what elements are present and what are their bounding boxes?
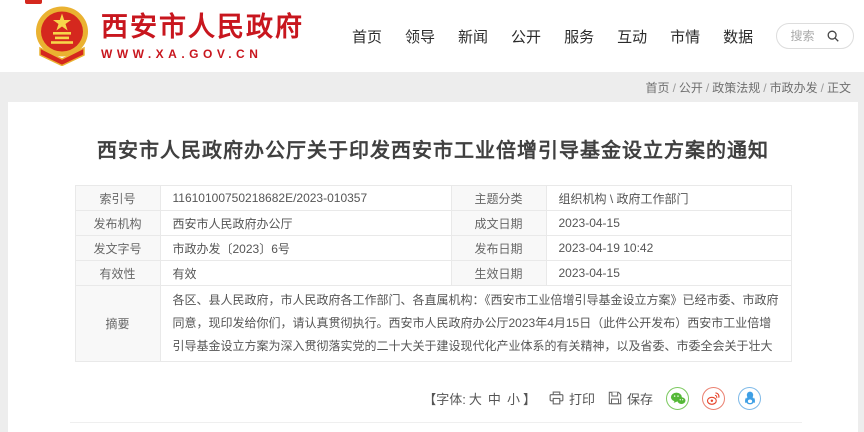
meta-value-docnum: 市政办发〔2023〕6号 — [160, 236, 451, 261]
breadcrumb: 首页/公开/政策法规/市政办发/正文 — [646, 79, 851, 96]
breadcrumb-separator: / — [821, 81, 824, 95]
meta-label-written: 成文日期 — [451, 211, 546, 236]
print-label: 打印 — [569, 389, 595, 408]
save-label: 保存 — [627, 389, 653, 408]
save-icon — [608, 391, 622, 405]
nav-item-interact[interactable]: 互动 — [617, 26, 647, 47]
share-qq-button[interactable] — [738, 387, 761, 410]
font-size-large-button[interactable]: 大 — [469, 389, 482, 408]
document-meta-table: 索引号 11610100750218682E/2023-010357 主题分类 … — [75, 185, 792, 362]
nav-item-home[interactable]: 首页 — [352, 26, 382, 47]
nav-item-services[interactable]: 服务 — [564, 26, 594, 47]
table-row: 有效性 有效 生效日期 2023-04-15 — [75, 261, 791, 286]
meta-value-summary: 各区、县人民政府，市人民政府各工作部门、各直属机构：《西安市工业倍增引导基金设立… — [160, 286, 791, 362]
breadcrumb-home[interactable]: 首页 — [646, 81, 670, 95]
meta-label-issuer: 发布机构 — [75, 211, 160, 236]
meta-value-effective: 2023-04-15 — [546, 261, 791, 286]
footer-divider — [70, 422, 802, 423]
font-control-prefix: 【字体: — [423, 389, 466, 408]
font-size-medium-button[interactable]: 中 — [488, 389, 501, 408]
meta-label-docnum: 发文字号 — [75, 236, 160, 261]
site-name: 西安市人民政府 — [101, 11, 304, 43]
save-button[interactable]: 保存 — [608, 389, 653, 408]
breadcrumb-szbf[interactable]: 市政办发 — [770, 81, 818, 95]
meta-label-category: 主题分类 — [451, 186, 546, 211]
print-button[interactable]: 打印 — [549, 389, 595, 408]
share-weibo-button[interactable] — [702, 387, 725, 410]
font-size-control: 【字体: 大 中 小 】 — [423, 389, 536, 408]
site-header: 西安市人民政府 WWW.XA.GOV.CN 首页 领导 新闻 公开 服务 互动 … — [0, 0, 864, 72]
qq-icon — [744, 391, 756, 405]
nav-item-leaders[interactable]: 领导 — [405, 26, 435, 47]
meta-label-published: 发布日期 — [451, 236, 546, 261]
breadcrumb-open[interactable]: 公开 — [679, 81, 703, 95]
summary-text: 各区、县人民政府，市人民政府各工作部门、各直属机构：《西安市工业倍增引导基金设立… — [173, 289, 779, 358]
font-control-suffix: 】 — [523, 389, 536, 408]
search-icon[interactable] — [826, 29, 840, 43]
article-toolbar: 【字体: 大 中 小 】 打印 保存 — [423, 383, 761, 413]
meta-value-category: 组织机构 \ 政府工作部门 — [546, 186, 791, 211]
national-emblem-icon — [33, 5, 91, 66]
top-edge-red-artifact — [25, 0, 42, 4]
meta-label-validity: 有效性 — [75, 261, 160, 286]
font-size-small-button[interactable]: 小 — [507, 389, 520, 408]
main-nav: 首页 领导 新闻 公开 服务 互动 市情 数据 — [352, 0, 753, 72]
search-input[interactable] — [791, 29, 821, 43]
nav-item-open[interactable]: 公开 — [511, 26, 541, 47]
breadcrumb-separator: / — [673, 81, 676, 95]
printer-icon — [549, 391, 564, 405]
table-row: 发文字号 市政办发〔2023〕6号 发布日期 2023-04-19 10:42 — [75, 236, 791, 261]
meta-value-published: 2023-04-19 10:42 — [546, 236, 791, 261]
breadcrumb-current: 正文 — [827, 81, 851, 95]
table-row: 索引号 11610100750218682E/2023-010357 主题分类 … — [75, 186, 791, 211]
nav-item-city[interactable]: 市情 — [670, 26, 700, 47]
nav-item-data[interactable]: 数据 — [723, 26, 753, 47]
meta-label-effective: 生效日期 — [451, 261, 546, 286]
table-row-summary: 摘要 各区、县人民政府，市人民政府各工作部门、各直属机构：《西安市工业倍增引导基… — [75, 286, 791, 362]
site-identity: 西安市人民政府 WWW.XA.GOV.CN — [101, 11, 304, 61]
table-row: 发布机构 西安市人民政府办公厅 成文日期 2023-04-15 — [75, 211, 791, 236]
meta-label-summary: 摘要 — [75, 286, 160, 362]
share-wechat-button[interactable] — [666, 387, 689, 410]
meta-value-issuer: 西安市人民政府办公厅 — [160, 211, 451, 236]
site-logo[interactable]: 西安市人民政府 WWW.XA.GOV.CN — [33, 5, 304, 66]
site-url: WWW.XA.GOV.CN — [101, 47, 304, 61]
search-box[interactable] — [776, 23, 854, 49]
meta-value-index: 11610100750218682E/2023-010357 — [160, 186, 451, 211]
content-card: 西安市人民政府办公厅关于印发西安市工业倍增引导基金设立方案的通知 索引号 116… — [8, 102, 858, 432]
breadcrumb-policy[interactable]: 政策法规 — [712, 81, 760, 95]
meta-value-validity: 有效 — [160, 261, 451, 286]
nav-item-news[interactable]: 新闻 — [458, 26, 488, 47]
meta-value-written: 2023-04-15 — [546, 211, 791, 236]
meta-label-index: 索引号 — [75, 186, 160, 211]
wechat-icon — [670, 392, 686, 405]
breadcrumb-separator: / — [706, 81, 709, 95]
breadcrumb-separator: / — [763, 81, 766, 95]
weibo-icon — [706, 392, 721, 405]
page-title: 西安市人民政府办公厅关于印发西安市工业倍增引导基金设立方案的通知 — [48, 134, 818, 163]
